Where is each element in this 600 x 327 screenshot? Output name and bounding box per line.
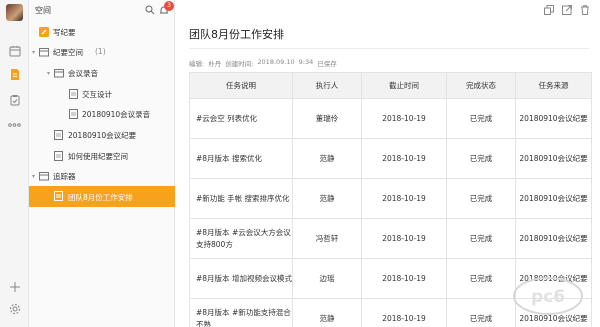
search-icon[interactable] <box>145 5 155 15</box>
table-row[interactable]: #8月版本 搜索优化 范静 2018-10-19 已完成 20180910会议纪… <box>189 138 592 179</box>
sidebar-item-label: 如何使用纪要空间 <box>68 152 128 161</box>
assignee-cell[interactable]: 冯哲轩 <box>292 218 362 259</box>
sidebar-item-write-minutes[interactable]: 写纪要 <box>29 23 175 41</box>
more-icon[interactable] <box>8 118 21 131</box>
meta-created-date: 2018.09.10 <box>257 58 295 66</box>
sidebar-item-meeting-recordings[interactable]: ▾ 会议录音 <box>29 64 175 82</box>
sidebar-item-recording-20180910[interactable]: 20180910会议录音 <box>29 105 175 123</box>
sidebar-title: 空间 <box>35 6 51 15</box>
sidebar-item-minutes-space[interactable]: ▾ 纪要空间 (1) <box>29 43 175 61</box>
sidebar-item-label: 写纪要 <box>53 28 76 37</box>
meta-editor: 朴丹 <box>208 60 222 68</box>
column-header[interactable]: 完成状态 <box>446 72 516 99</box>
page-title: 团队8月份工作安排 <box>189 28 284 41</box>
trash-icon[interactable] <box>580 5 590 15</box>
document-toolbar <box>544 5 590 15</box>
app-rail <box>0 0 29 327</box>
table-row[interactable]: #8月版本 #云会议大方会议支持800方 冯哲轩 2018-10-19 已完成 … <box>189 218 592 259</box>
sidebar-item-label: 交互设计 <box>82 90 112 99</box>
table-row[interactable]: #新功能 手帐 搜索排序优化 范静 2018-10-19 已完成 2018091… <box>189 178 592 219</box>
document-icon <box>54 191 64 201</box>
folder-icon <box>39 171 49 181</box>
chevron-down-icon[interactable]: ▾ <box>47 70 50 77</box>
meta-created-time: 9:34 <box>298 58 314 66</box>
avatar[interactable] <box>6 4 23 21</box>
table-row[interactable]: #云会空 列表优化 董瑞伶 2018-10-19 已完成 20180910会议纪… <box>189 98 592 139</box>
status-cell[interactable]: 已完成 <box>446 98 516 139</box>
task-description-cell[interactable]: #8月版本 搜索优化 <box>189 138 293 179</box>
space-sidebar: 空间 3 写纪要 ▾ 纪要空间 (1) ▾ 会议录音 交互设计 20180910… <box>29 0 175 327</box>
assignee-cell[interactable]: 范静 <box>292 178 362 219</box>
meta-editor-label: 编辑: <box>189 60 205 68</box>
assignee-cell[interactable]: 边瑶 <box>292 258 362 299</box>
sidebar-item-label: 团队8月份工作安排 <box>68 193 133 202</box>
sidebar-item-label: 追踪器 <box>53 172 76 181</box>
status-cell[interactable]: 已完成 <box>446 138 516 179</box>
document-pane: 团队8月份工作安排 编辑: 朴丹 创建时间: 2018.09.10 9:34 已… <box>175 0 600 327</box>
status-cell[interactable]: 已完成 <box>446 258 516 299</box>
deadline-cell[interactable]: 2018-10-19 <box>361 298 447 327</box>
column-header[interactable]: 执行人 <box>292 72 362 99</box>
assignee-cell[interactable]: 范静 <box>292 138 362 179</box>
source-cell[interactable]: 20180910会议纪要 <box>515 218 592 259</box>
calendar-icon[interactable] <box>8 44 21 57</box>
document-meta: 编辑: 朴丹 创建时间: 2018.09.10 9:34 已保存 <box>189 58 337 68</box>
sidebar-item-tracker[interactable]: ▾ 追踪器 <box>29 167 175 185</box>
sidebar-item-label: 20180910会议纪要 <box>68 131 137 140</box>
folder-icon <box>54 68 64 78</box>
source-cell[interactable]: 20180910会议纪要 <box>515 138 592 179</box>
task-description-cell[interactable]: #云会空 列表优化 <box>189 98 293 139</box>
document-nav-icon[interactable] <box>8 68 21 81</box>
sidebar-item-how-to-use[interactable]: 如何使用纪要空间 <box>29 147 175 165</box>
source-cell[interactable]: 20180910会议纪要 <box>515 98 592 139</box>
task-description-cell[interactable]: #新功能 手帐 搜索排序优化 <box>189 178 293 219</box>
sidebar-item-label: 会议录音 <box>68 69 98 78</box>
settings-gear-icon[interactable] <box>8 302 21 315</box>
status-cell[interactable]: 已完成 <box>446 218 516 259</box>
notification-badge: 3 <box>164 1 174 11</box>
svg-text:pc6: pc6 <box>531 287 565 307</box>
column-header[interactable]: 任务说明 <box>189 72 293 99</box>
deadline-cell[interactable]: 2018-10-19 <box>361 178 447 219</box>
meta-saved-status: 已保存 <box>317 60 337 68</box>
deadline-cell[interactable]: 2018-10-19 <box>361 98 447 139</box>
chevron-down-icon[interactable]: ▾ <box>32 173 35 180</box>
assignee-cell[interactable]: 董瑞伶 <box>292 98 362 139</box>
sidebar-item-label: 纪要空间 <box>53 48 83 57</box>
share-icon[interactable] <box>562 5 572 15</box>
deadline-cell[interactable]: 2018-10-19 <box>361 218 447 259</box>
status-cell[interactable]: 已完成 <box>446 298 516 327</box>
pencil-icon <box>39 27 49 37</box>
copy-icon[interactable] <box>544 5 554 15</box>
sidebar-item-interaction-design[interactable]: 交互设计 <box>29 85 175 103</box>
site-watermark-logo: pc6 <box>512 275 584 317</box>
add-icon[interactable] <box>8 280 21 293</box>
sidebar-item-count: (1) <box>95 47 106 56</box>
sidebar-header: 空间 3 <box>29 0 175 22</box>
sidebar-item-label: 20180910会议录音 <box>82 110 151 119</box>
task-description-cell[interactable]: #8月版本 #云会议大方会议支持800方 <box>189 218 293 259</box>
deadline-cell[interactable]: 2018-10-19 <box>361 138 447 179</box>
document-icon <box>54 151 64 161</box>
sidebar-item-minutes-20180910[interactable]: 20180910会议纪要 <box>29 126 175 144</box>
task-description-cell[interactable]: #8月版本 #新功能支持混合不熟 <box>189 298 293 327</box>
column-header[interactable]: 任务来源 <box>515 72 592 99</box>
source-cell[interactable]: 20180910会议纪要 <box>515 178 592 219</box>
table-header-row: 任务说明 执行人 截止时间 完成状态 任务来源 <box>189 72 592 99</box>
folder-icon <box>39 47 49 57</box>
chevron-down-icon[interactable]: ▾ <box>32 49 35 56</box>
document-icon <box>54 130 64 140</box>
sidebar-item-team-august-plan[interactable]: 团队8月份工作安排 <box>29 186 175 207</box>
task-description-cell[interactable]: #8月版本 增加视频会议模式 <box>189 258 293 299</box>
clipboard-icon[interactable] <box>8 93 21 106</box>
meta-created-label: 创建时间: <box>225 60 254 68</box>
divider <box>189 48 589 49</box>
assignee-cell[interactable]: 范静 <box>292 298 362 327</box>
deadline-cell[interactable]: 2018-10-19 <box>361 258 447 299</box>
status-cell[interactable]: 已完成 <box>446 178 516 219</box>
document-icon <box>69 109 79 119</box>
document-icon <box>69 89 79 99</box>
column-header[interactable]: 截止时间 <box>361 72 447 99</box>
